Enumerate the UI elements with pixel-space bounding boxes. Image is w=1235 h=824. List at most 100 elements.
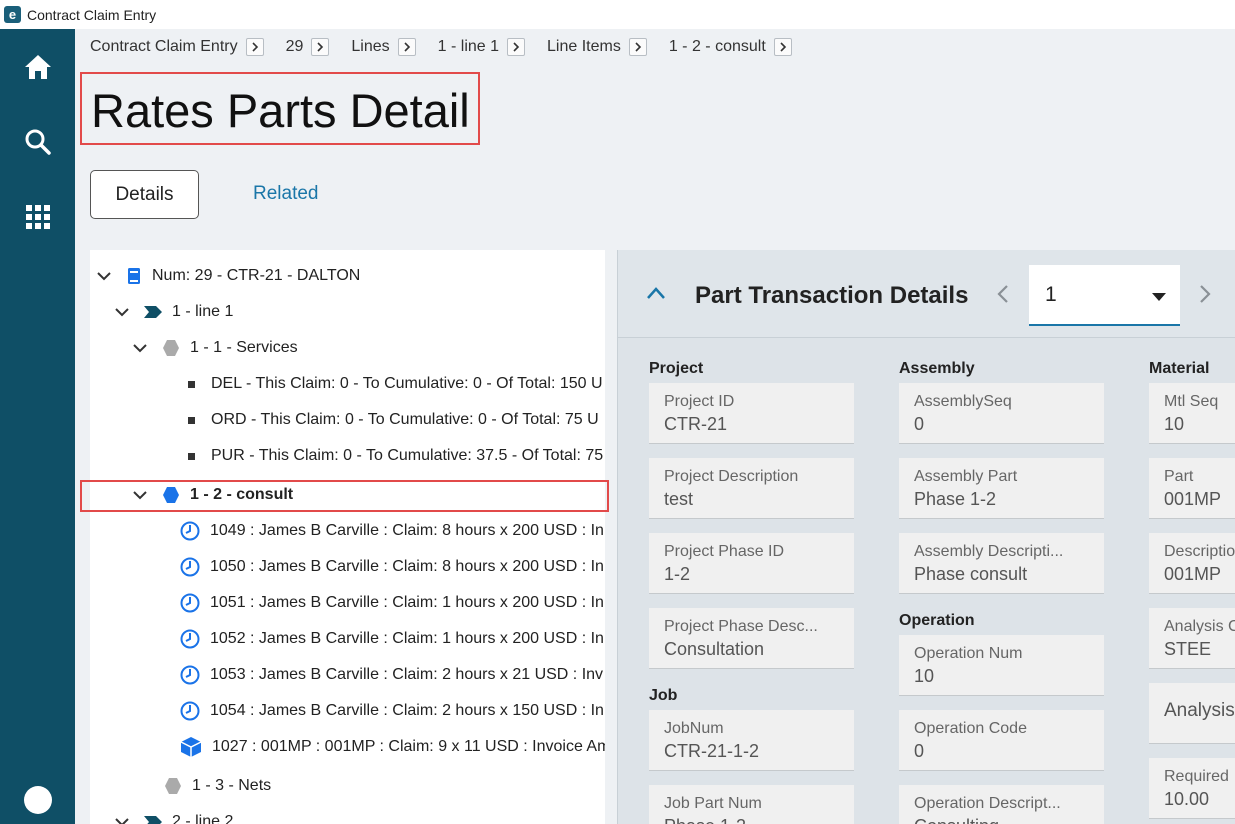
book-icon bbox=[126, 267, 142, 285]
tree-leaf-time[interactable]: 1052 : James B Carville : Claim: 1 hours… bbox=[180, 627, 604, 651]
field-operation-description[interactable]: Operation Descript... Consulting bbox=[899, 785, 1104, 824]
chevron-right-icon[interactable] bbox=[1198, 284, 1212, 309]
help-icon[interactable] bbox=[24, 786, 52, 814]
section-material: Material bbox=[1149, 360, 1210, 377]
selected-tree-row-highlight bbox=[80, 480, 609, 512]
field-operation-num[interactable]: Operation Num 10 bbox=[899, 635, 1104, 696]
tree-leaf-service[interactable]: PUR - This Claim: 0 - To Cumulative: 37.… bbox=[188, 444, 603, 468]
field-project-phase-desc[interactable]: Project Phase Desc... Consultation bbox=[649, 608, 854, 669]
field-value: 1-2 bbox=[664, 564, 691, 584]
tree-leaf-time[interactable]: 1050 : James B Carville : Claim: 8 hours… bbox=[180, 555, 604, 579]
chevron-right-icon[interactable] bbox=[245, 38, 264, 56]
tab-details[interactable]: Details bbox=[90, 170, 199, 219]
apps-grid-button[interactable] bbox=[0, 192, 75, 242]
field-label: AssemblySeq bbox=[914, 393, 1012, 410]
claim-tree: Num: 29 - CTR-21 - DALTON 1 - line 1 1 -… bbox=[90, 250, 605, 824]
field-label: Assembly Part bbox=[914, 468, 1018, 485]
tree-leaf-label: 1052 : James B Carville : Claim: 1 hours… bbox=[210, 630, 604, 647]
field-label: Operation Num bbox=[914, 645, 1023, 662]
grid-icon bbox=[25, 205, 50, 229]
tree-leaf-time[interactable]: 1054 : James B Carville : Claim: 2 hours… bbox=[180, 699, 604, 723]
cube-icon bbox=[180, 736, 202, 758]
field-value: 001MP bbox=[1164, 489, 1222, 509]
tree-leaf-service[interactable]: ORD - This Claim: 0 - To Cumulative: 0 -… bbox=[188, 408, 599, 432]
field-project-description[interactable]: Project Description test bbox=[649, 458, 854, 519]
tree-node-label: 1 - 1 - Services bbox=[190, 339, 298, 356]
tree-node-root[interactable]: Num: 29 - CTR-21 - DALTON bbox=[96, 264, 360, 288]
panel-title: Part Transaction Details bbox=[695, 282, 969, 309]
field-value: Consulting bbox=[914, 816, 1104, 824]
tree-leaf-time[interactable]: 1053 : James B Carville : Claim: 2 hours… bbox=[180, 663, 603, 687]
field-analysis-code[interactable]: Analysis Code STEE bbox=[1149, 608, 1235, 669]
tag-icon bbox=[144, 816, 162, 824]
chevron-down-icon[interactable] bbox=[114, 814, 130, 824]
tree-node-line1[interactable]: 1 - line 1 bbox=[114, 300, 233, 324]
window-title: Contract Claim Entry bbox=[27, 6, 157, 23]
left-nav-rail bbox=[0, 29, 75, 824]
tree-leaf-label: 1049 : James B Carville : Claim: 8 hours… bbox=[210, 522, 604, 539]
chevron-left-icon[interactable] bbox=[996, 284, 1010, 309]
chevron-up-icon[interactable] bbox=[646, 286, 666, 305]
clock-icon bbox=[180, 629, 200, 649]
field-label: Project ID bbox=[664, 393, 735, 410]
field-label: Analysis Code bbox=[1164, 618, 1235, 635]
home-button[interactable] bbox=[0, 42, 75, 92]
tree-node-line2[interactable]: 2 - line 2 bbox=[114, 810, 233, 824]
tree-leaf-service[interactable]: DEL - This Claim: 0 - To Cumulative: 0 -… bbox=[188, 372, 603, 396]
breadcrumb-item[interactable]: Line Items bbox=[547, 38, 647, 56]
field-job-part-num[interactable]: Job Part Num Phase 1-2 bbox=[649, 785, 854, 824]
chevron-right-icon[interactable] bbox=[507, 38, 526, 56]
field-required[interactable]: Required 10.00 bbox=[1149, 758, 1235, 819]
field-assembly-part[interactable]: Assembly Part Phase 1-2 bbox=[899, 458, 1104, 519]
field-label: Analysis bbox=[1164, 700, 1235, 721]
field-project-phase-id[interactable]: Project Phase ID 1-2 bbox=[649, 533, 854, 594]
chevron-down-icon[interactable] bbox=[114, 304, 130, 320]
chevron-down-icon[interactable] bbox=[96, 268, 112, 284]
field-label: Required bbox=[1164, 768, 1229, 785]
field-label: Mtl Seq bbox=[1164, 393, 1219, 410]
breadcrumb-item[interactable]: Lines bbox=[351, 38, 416, 56]
tree-leaf-part[interactable]: 1027 : 001MP : 001MP : Claim: 9 x 11 USD… bbox=[180, 735, 605, 759]
field-assembly-seq[interactable]: AssemblySeq 0 bbox=[899, 383, 1104, 444]
tree-leaf-label: 1050 : James B Carville : Claim: 8 hours… bbox=[210, 558, 604, 575]
clock-icon bbox=[180, 521, 200, 541]
clock-icon bbox=[180, 557, 200, 577]
field-description[interactable]: Description 001MP bbox=[1149, 533, 1235, 594]
tree-node-label: Num: 29 - CTR-21 - DALTON bbox=[152, 267, 361, 284]
field-value: Consultation bbox=[664, 639, 765, 659]
tree-leaf-time[interactable]: 1051 : James B Carville : Claim: 1 hours… bbox=[180, 591, 604, 615]
record-selector[interactable]: 1 bbox=[1029, 265, 1180, 326]
field-mtl-seq[interactable]: Mtl Seq 10 bbox=[1149, 383, 1235, 444]
tab-related[interactable]: Related bbox=[253, 183, 319, 205]
field-value: Phase consult bbox=[914, 564, 1028, 584]
hexagon-icon bbox=[162, 339, 180, 357]
field-assembly-description[interactable]: Assembly Descripti... Phase consult bbox=[899, 533, 1104, 594]
field-value: 10 bbox=[1164, 414, 1185, 434]
chevron-right-icon[interactable] bbox=[397, 38, 416, 56]
tree-node-services[interactable]: 1 - 1 - Services bbox=[132, 336, 298, 360]
field-project-id[interactable]: Project ID CTR-21 bbox=[649, 383, 854, 444]
chevron-right-icon[interactable] bbox=[311, 38, 330, 56]
tag-icon bbox=[144, 306, 162, 318]
breadcrumb: Contract Claim Entry 29 Lines 1 - line 1… bbox=[90, 36, 814, 58]
search-button[interactable] bbox=[0, 117, 75, 167]
breadcrumb-item[interactable]: Contract Claim Entry bbox=[90, 38, 264, 56]
field-value: STEE bbox=[1164, 639, 1212, 659]
field-part[interactable]: Part 001MP bbox=[1149, 458, 1235, 519]
field-value: 001MP bbox=[1164, 564, 1222, 584]
breadcrumb-item[interactable]: 29 bbox=[286, 38, 330, 56]
field-analysis[interactable]: Analysis bbox=[1149, 683, 1235, 744]
section-project: Project bbox=[649, 360, 704, 377]
chevron-right-icon[interactable] bbox=[773, 38, 792, 56]
field-label: Project Description bbox=[664, 468, 799, 485]
field-job-num[interactable]: JobNum CTR-21-1-2 bbox=[649, 710, 854, 771]
tree-leaf-time[interactable]: 1049 : James B Carville : Claim: 8 hours… bbox=[180, 519, 604, 543]
chevron-down-icon[interactable] bbox=[132, 340, 148, 356]
hexagon-icon bbox=[164, 777, 182, 795]
breadcrumb-item[interactable]: 1 - 2 - consult bbox=[669, 38, 792, 56]
tree-node-nets[interactable]: 1 - 3 - Nets bbox=[164, 774, 271, 798]
section-job: Job bbox=[649, 687, 678, 704]
field-operation-code[interactable]: Operation Code 0 bbox=[899, 710, 1104, 771]
breadcrumb-item[interactable]: 1 - line 1 bbox=[438, 38, 526, 56]
chevron-right-icon[interactable] bbox=[628, 38, 647, 56]
